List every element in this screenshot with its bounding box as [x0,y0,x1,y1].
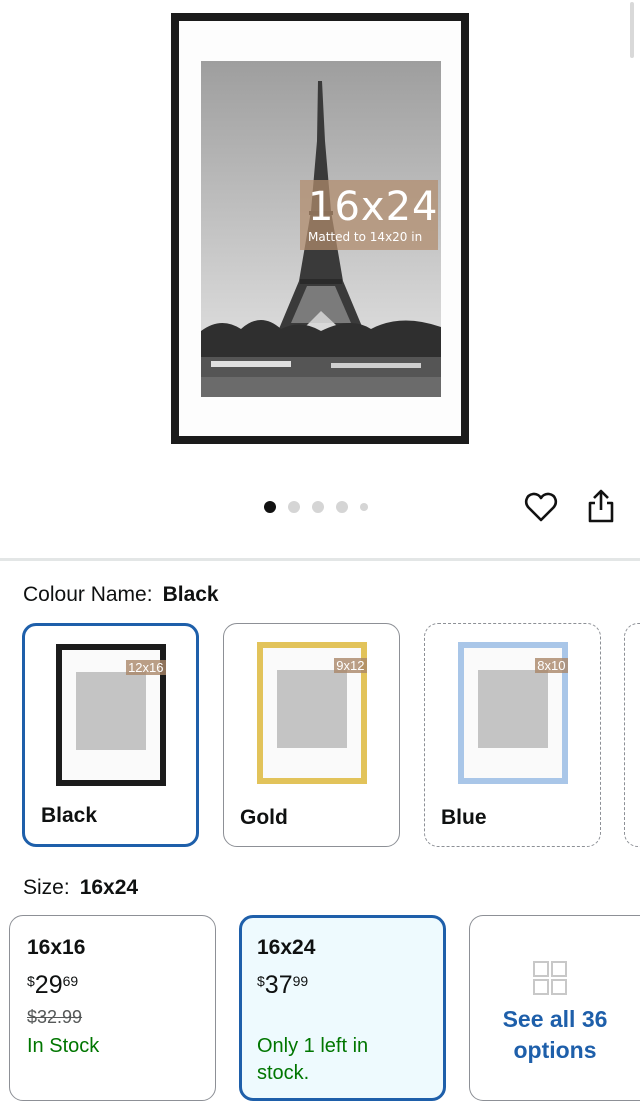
stock-status: In Stock [27,1035,100,1057]
frame-thumbnail: 8x10 [457,642,568,784]
size-option-price: $2969 [27,971,79,999]
thumbnail-size-tag: 8x10 [535,658,568,673]
see-all-line-2: options [513,1037,597,1063]
colour-option-label: Blue [441,806,487,829]
colour-label-text: Colour Name: [23,583,153,606]
size-option-16x16[interactable]: 16x16 $2969 $32.99 In Stock [9,915,216,1101]
size-option-title: 16x24 [257,936,316,959]
carousel-dots [264,501,368,513]
share-icon[interactable] [585,488,617,524]
size-overlay: 16x24 Matted to 14x20 in [300,180,438,250]
see-all-options-label: See all 36 options [470,1004,640,1066]
see-all-options-button[interactable]: See all 36 options [469,915,640,1101]
carousel-dot[interactable] [288,501,300,513]
size-option-title: 16x16 [27,936,86,959]
size-label-text: Size: [23,876,70,899]
scrollbar[interactable] [630,2,634,58]
size-option-was-price: $32.99 [27,1007,83,1027]
thumbnail-size-tag: 9x12 [334,658,367,673]
carousel-dot[interactable] [312,501,324,513]
grid-icon [533,961,567,995]
carousel-dot[interactable] [360,503,368,511]
colour-option-next[interactable] [624,623,640,847]
matted-overlay-text: Matted to 14x20 in [308,230,423,244]
thumbnail-size-tag: 12x16 [126,660,166,675]
colour-option-gold[interactable]: 9x12 Gold [223,623,400,847]
size-overlay-text: 16x24 [308,184,439,230]
carousel-dot[interactable] [264,501,276,513]
frame-thumbnail: 12x16 [55,644,166,786]
see-all-line-1: See all 36 [502,1006,608,1032]
heart-icon[interactable] [524,490,558,524]
section-divider [0,558,640,561]
size-option-price: $3799 [257,971,309,999]
product-image-carousel[interactable]: 16x24 Matted to 14x20 in [0,0,640,558]
colour-selected-value: Black [162,583,219,606]
colour-option-black[interactable]: 12x16 Black [22,623,199,847]
colour-name-label: Colour Name: Black [23,583,219,607]
size-selected-value: 16x24 [79,876,139,899]
carousel-dot[interactable] [336,501,348,513]
frame-thumbnail: 9x12 [256,642,367,784]
stock-status: Only 1 left in stock. [257,1033,368,1087]
size-label: Size: 16x24 [23,876,138,900]
colour-option-blue[interactable]: 8x10 Blue [424,623,601,847]
colour-option-label: Black [41,804,98,827]
size-option-16x24[interactable]: 16x24 $3799 Only 1 left in stock. [239,915,446,1101]
stock-line-1: Only 1 left in [257,1035,369,1057]
colour-option-label: Gold [240,806,288,829]
stock-line-2: stock. [257,1062,310,1084]
